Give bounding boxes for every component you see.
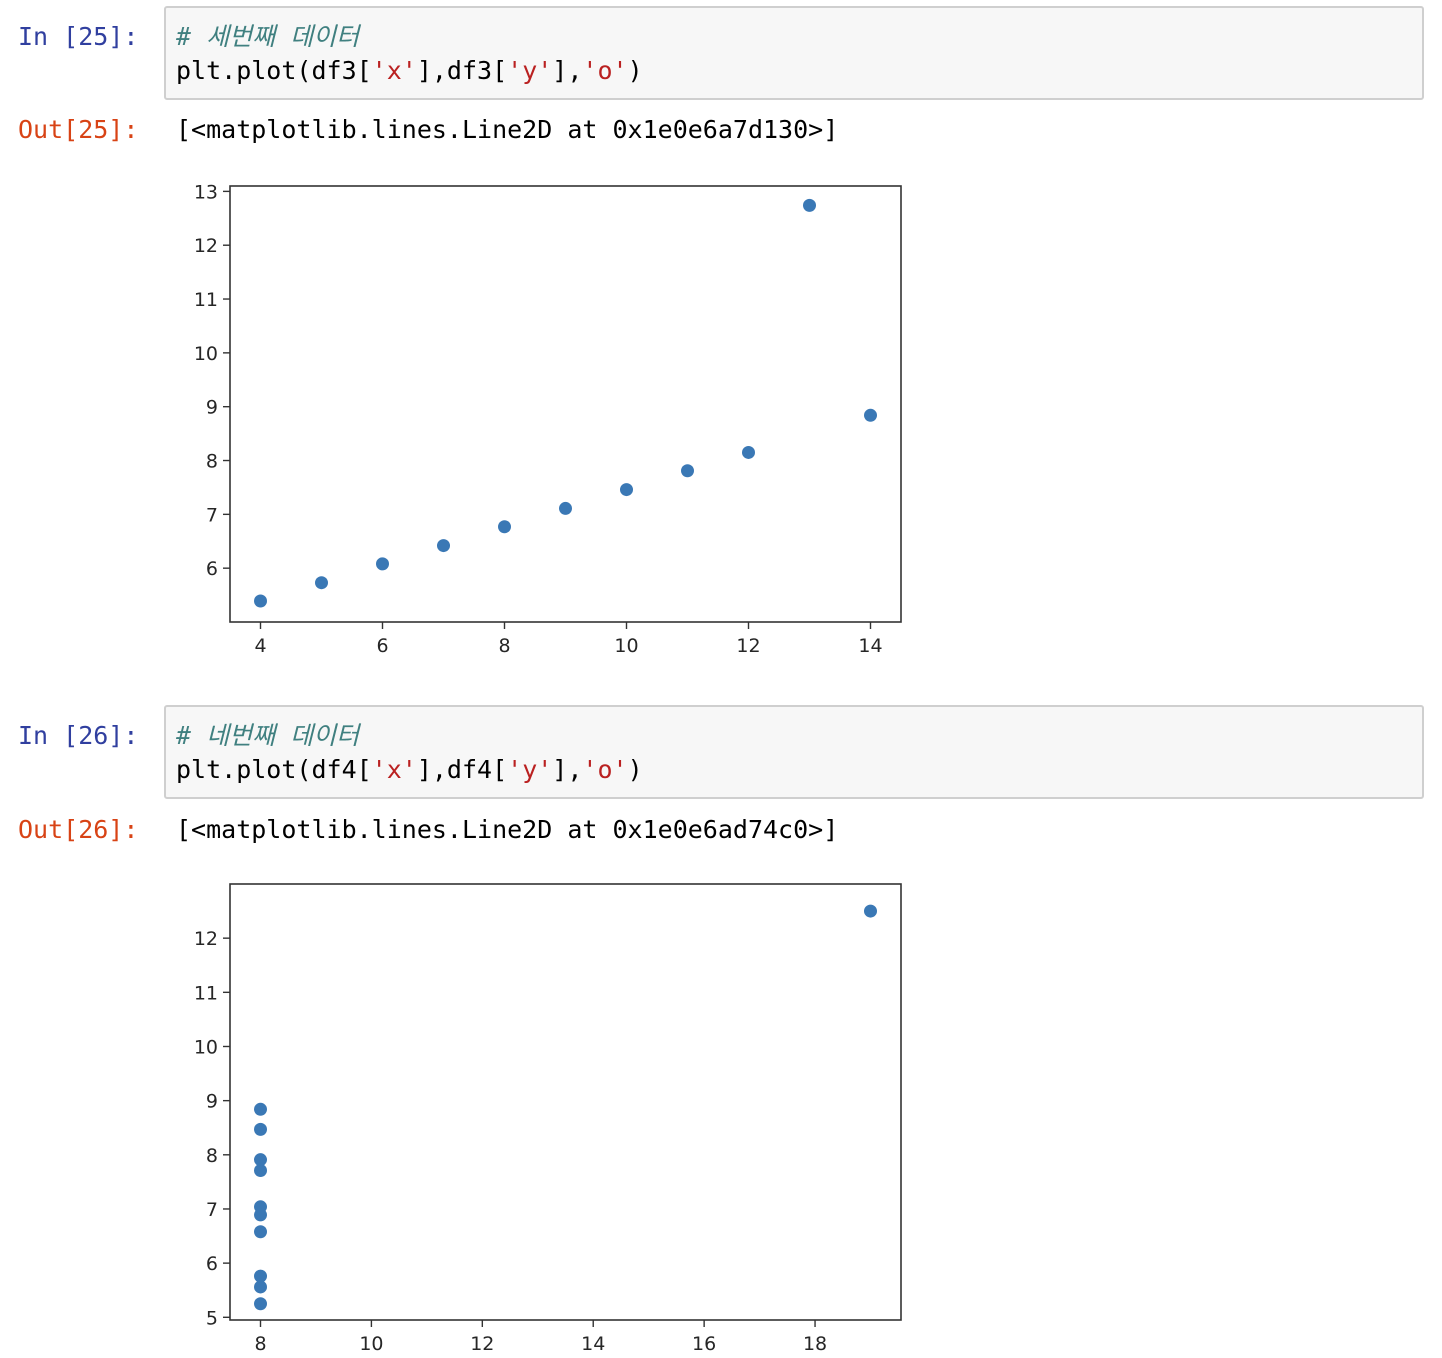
input-prompt-26: In [26]: bbox=[18, 721, 139, 750]
code-token: ], bbox=[552, 755, 583, 784]
code-string: 'o' bbox=[582, 755, 628, 784]
data-point bbox=[559, 501, 572, 515]
y-tick-label: 6 bbox=[206, 1253, 218, 1275]
code-token: ],df4[ bbox=[416, 755, 508, 784]
x-tick-label: 10 bbox=[359, 1333, 383, 1355]
y-tick-label: 11 bbox=[194, 982, 218, 1004]
x-tick-label: 18 bbox=[803, 1333, 827, 1355]
output-prompt-25: Out[25]: bbox=[18, 115, 139, 144]
data-point bbox=[254, 1297, 267, 1311]
y-tick-label: 7 bbox=[206, 504, 218, 526]
y-tick-label: 6 bbox=[206, 558, 218, 580]
code-token: plt.plot(df4[ bbox=[176, 755, 372, 784]
x-tick-label: 4 bbox=[254, 635, 266, 657]
x-tick-label: 10 bbox=[614, 635, 638, 657]
code-comment: # 네번째 데이터 bbox=[176, 721, 360, 750]
data-point bbox=[254, 1153, 267, 1167]
code-statement-line: plt.plot(df3['x'],df3['y'],'o') bbox=[176, 54, 1412, 88]
code-statement-line: plt.plot(df4['x'],df4['y'],'o') bbox=[176, 753, 1412, 787]
data-point bbox=[254, 1208, 267, 1222]
x-tick-label: 16 bbox=[692, 1333, 716, 1355]
axes-frame bbox=[229, 185, 902, 623]
y-tick-label: 10 bbox=[194, 343, 218, 365]
data-point bbox=[864, 904, 877, 918]
code-comment-line: # 네번째 데이터 bbox=[176, 719, 1412, 753]
y-tick-label: 7 bbox=[206, 1199, 218, 1221]
y-tick-label: 13 bbox=[194, 181, 218, 203]
code-input-cell-26[interactable]: # 네번째 데이터 plt.plot(df4['x'],df4['y'],'o'… bbox=[164, 705, 1424, 799]
data-point bbox=[254, 1280, 267, 1294]
data-point bbox=[437, 539, 450, 553]
data-point bbox=[620, 483, 633, 497]
x-tick-label: 8 bbox=[254, 1333, 266, 1355]
y-tick-label: 11 bbox=[194, 289, 218, 311]
code-string: 'x' bbox=[371, 56, 417, 85]
scatter-plot-df4: 8 10 12 14 16 18 5 6 7 8 9 10 11 12 bbox=[194, 883, 902, 1355]
data-point bbox=[864, 408, 877, 422]
y-tick-label: 12 bbox=[194, 235, 218, 257]
code-token: ], bbox=[552, 56, 583, 85]
output-text-25: [<matplotlib.lines.Line2D at 0x1e0e6a7d1… bbox=[176, 115, 839, 144]
data-point bbox=[498, 520, 511, 534]
code-token: ) bbox=[627, 755, 643, 784]
code-token: ) bbox=[627, 56, 643, 85]
data-point bbox=[742, 445, 755, 459]
x-tick-label: 12 bbox=[736, 635, 760, 657]
data-point bbox=[254, 1122, 267, 1136]
x-tick-label: 14 bbox=[581, 1333, 605, 1355]
x-tick-label: 12 bbox=[470, 1333, 494, 1355]
data-point bbox=[376, 557, 389, 571]
code-string: 'x' bbox=[371, 755, 417, 784]
output-text-26: [<matplotlib.lines.Line2D at 0x1e0e6ad74… bbox=[176, 815, 839, 844]
data-point bbox=[315, 576, 328, 590]
y-tick-label: 12 bbox=[194, 928, 218, 950]
x-tick-label: 6 bbox=[376, 635, 388, 657]
y-tick-label: 10 bbox=[194, 1036, 218, 1058]
y-tick-label: 8 bbox=[206, 451, 218, 473]
data-point bbox=[254, 594, 267, 608]
x-tick-label: 14 bbox=[858, 635, 882, 657]
x-tick-label: 8 bbox=[498, 635, 510, 657]
code-string: 'y' bbox=[507, 755, 553, 784]
input-prompt-25: In [25]: bbox=[18, 22, 139, 51]
data-point bbox=[681, 464, 694, 478]
code-input-cell-25[interactable]: # 세번째 데이터 plt.plot(df3['x'],df3['y'],'o'… bbox=[164, 6, 1424, 100]
y-tick-label: 9 bbox=[206, 397, 218, 419]
y-tick-label: 9 bbox=[206, 1091, 218, 1113]
code-token: plt.plot(df3[ bbox=[176, 56, 372, 85]
output-prompt-26: Out[26]: bbox=[18, 815, 139, 844]
code-string: 'o' bbox=[582, 56, 628, 85]
code-comment: # 세번째 데이터 bbox=[176, 22, 360, 51]
axes-frame bbox=[229, 883, 902, 1321]
data-point bbox=[254, 1102, 267, 1116]
y-tick-label: 8 bbox=[206, 1145, 218, 1167]
y-tick-label: 5 bbox=[206, 1307, 218, 1329]
code-string: 'y' bbox=[507, 56, 553, 85]
data-point bbox=[254, 1225, 267, 1239]
data-point bbox=[803, 198, 816, 212]
code-comment-line: # 세번째 데이터 bbox=[176, 20, 1412, 54]
scatter-plot-df3: 4 6 8 10 12 14 6 7 8 9 10 11 12 13 bbox=[194, 181, 902, 657]
code-token: ],df3[ bbox=[416, 56, 508, 85]
